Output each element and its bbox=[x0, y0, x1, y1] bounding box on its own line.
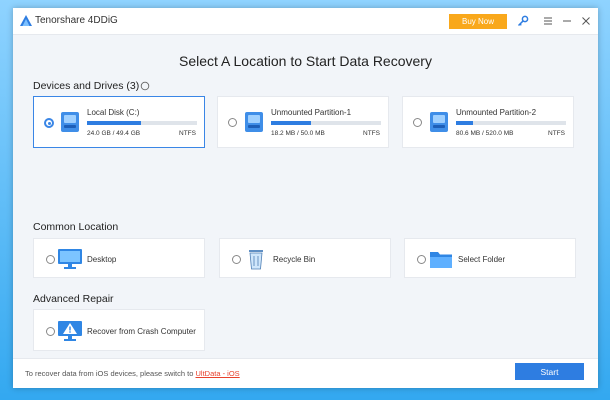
minimize-icon[interactable] bbox=[559, 13, 575, 29]
location-label: Select Folder bbox=[458, 255, 506, 264]
drive-filesystem: NTFS bbox=[548, 130, 565, 137]
app-window: Tenorshare 4DDiG Buy Now Select A Locati… bbox=[13, 8, 598, 388]
refresh-icon[interactable] bbox=[140, 81, 150, 91]
drive-size: 80.6 MB / 520.0 MB bbox=[456, 130, 514, 137]
location-label: Desktop bbox=[87, 255, 117, 264]
repair-card-crash-computer[interactable]: Recover from Crash Computer bbox=[33, 309, 205, 351]
hard-drive-icon bbox=[430, 112, 448, 132]
drive-filesystem: NTFS bbox=[363, 130, 380, 137]
drive-name: Unmounted Partition-2 bbox=[456, 108, 537, 117]
location-radio[interactable] bbox=[417, 255, 426, 264]
key-icon[interactable] bbox=[515, 13, 531, 29]
location-card-select-folder[interactable]: Select Folder bbox=[404, 238, 576, 278]
drive-card-local-disk-c[interactable]: Local Disk (C:) 24.0 GB / 49.4 GB NTFS bbox=[33, 96, 205, 148]
drive-name: Unmounted Partition-1 bbox=[271, 108, 352, 117]
drive-usage-fill bbox=[87, 121, 141, 125]
close-icon[interactable] bbox=[578, 13, 594, 29]
repair-label: Recover from Crash Computer bbox=[87, 327, 196, 336]
location-card-recycle-bin[interactable]: Recycle Bin bbox=[219, 238, 391, 278]
common-location-section-label: Common Location bbox=[33, 221, 119, 233]
drive-radio[interactable] bbox=[44, 118, 54, 128]
drive-card-unmounted-partition-1[interactable]: Unmounted Partition-1 18.2 MB / 50.0 MB … bbox=[217, 96, 389, 148]
repair-radio[interactable] bbox=[46, 327, 55, 336]
page-title: Select A Location to Start Data Recovery bbox=[179, 53, 432, 69]
location-label: Recycle Bin bbox=[273, 255, 316, 264]
titlebar: Tenorshare 4DDiG Buy Now bbox=[13, 8, 598, 35]
app-title: Tenorshare 4DDiG bbox=[35, 15, 118, 26]
hard-drive-icon bbox=[61, 112, 79, 132]
app-logo-icon bbox=[20, 15, 32, 26]
ultdata-ios-link[interactable]: UltData - iOS bbox=[196, 369, 240, 378]
footer-message: To recover data from iOS devices, please… bbox=[25, 369, 196, 378]
recycle-bin-icon bbox=[249, 250, 263, 270]
drive-usage-fill bbox=[456, 121, 473, 125]
hard-drive-icon bbox=[245, 112, 263, 132]
folder-icon bbox=[430, 252, 452, 268]
drive-size: 24.0 GB / 49.4 GB bbox=[87, 130, 141, 137]
footer-bar: To recover data from iOS devices, please… bbox=[13, 358, 598, 388]
drive-usage-fill bbox=[271, 121, 311, 125]
location-card-desktop[interactable]: Desktop bbox=[33, 238, 205, 278]
drive-card-unmounted-partition-2[interactable]: Unmounted Partition-2 80.6 MB / 520.0 MB… bbox=[402, 96, 574, 148]
crash-computer-icon bbox=[58, 321, 82, 341]
drive-usage-bar bbox=[456, 121, 566, 125]
drive-name: Local Disk (C:) bbox=[87, 108, 140, 117]
desktop-icon bbox=[58, 249, 82, 269]
drive-usage-bar bbox=[87, 121, 197, 125]
menu-icon[interactable] bbox=[540, 13, 556, 29]
advanced-repair-section-label: Advanced Repair bbox=[33, 293, 114, 305]
drive-size: 18.2 MB / 50.0 MB bbox=[271, 130, 325, 137]
location-radio[interactable] bbox=[46, 255, 55, 264]
drive-usage-bar bbox=[271, 121, 381, 125]
drive-filesystem: NTFS bbox=[179, 130, 196, 137]
buy-now-button[interactable]: Buy Now bbox=[449, 14, 507, 29]
footer-text: To recover data from iOS devices, please… bbox=[25, 369, 240, 378]
start-button[interactable]: Start bbox=[515, 363, 584, 380]
drive-radio[interactable] bbox=[228, 118, 237, 127]
drive-radio[interactable] bbox=[413, 118, 422, 127]
location-radio[interactable] bbox=[232, 255, 241, 264]
devices-section-label: Devices and Drives (3) bbox=[33, 80, 140, 92]
